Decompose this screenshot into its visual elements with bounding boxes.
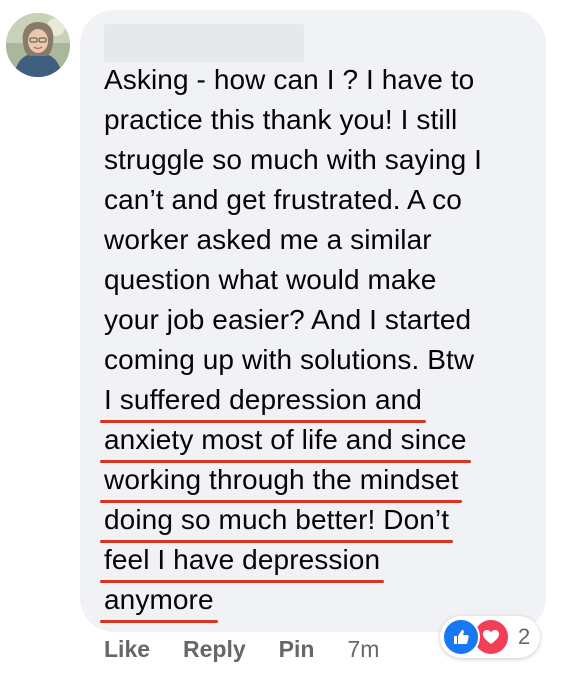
comment-line: can’t and get frustrated. A co: [104, 184, 462, 215]
like-button[interactable]: Like: [104, 636, 150, 663]
reactions-summary[interactable]: 2: [440, 616, 541, 658]
underlined-comment-line: feel I have depression: [99, 540, 534, 583]
comment-line: question what would make: [104, 264, 437, 295]
comment-line: your job easier? And I started: [104, 304, 472, 335]
underlined-comment-line: working through the mindset: [99, 460, 534, 503]
thumbs-up-icon: [442, 618, 480, 656]
comment-text: Asking - how can I ? I have to practice …: [99, 60, 534, 623]
pin-button[interactable]: Pin: [279, 636, 315, 663]
comment-line: worker asked me a similar: [104, 224, 432, 255]
comment-actions: Like Reply Pin 7m: [104, 636, 379, 663]
comment-line: struggle so much with saying I: [104, 144, 483, 175]
underlined-text: I suffered depression and: [100, 380, 426, 423]
timestamp[interactable]: 7m: [347, 636, 379, 663]
underlined-comment-line: I suffered depression and: [100, 380, 534, 423]
comment-line: Asking - how can I ? I have to: [104, 64, 475, 95]
reply-button[interactable]: Reply: [183, 636, 246, 663]
underlined-comment-line: anymore: [100, 580, 534, 623]
reaction-count: 2: [518, 624, 531, 649]
profile-photo: [6, 13, 70, 77]
redacted-author-name: [104, 24, 304, 62]
underlined-comment-line: anxiety most of life and since: [100, 420, 534, 463]
underlined-text: feel I have depression: [99, 540, 385, 583]
underlined-text: anxiety most of life and since: [100, 420, 471, 463]
avatar[interactable]: [6, 13, 70, 77]
comment-line: coming up with solutions. Btw: [104, 344, 475, 375]
underlined-text: doing so much better! Don’t: [99, 500, 454, 543]
underlined-text: working through the mindset: [99, 460, 463, 503]
underlined-text: anymore: [100, 580, 218, 623]
comment-line: practice this thank you! I still: [104, 104, 458, 135]
underlined-comment-line: doing so much better! Don’t: [99, 500, 534, 543]
